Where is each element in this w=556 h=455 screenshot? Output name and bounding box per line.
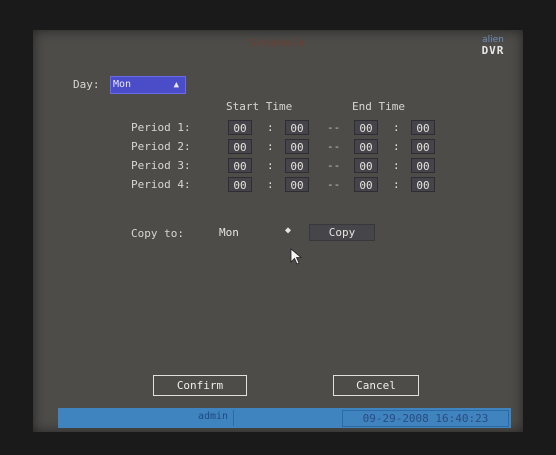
time-colon: : (267, 140, 274, 153)
dvr-screen: Schedule alien DVR Day: Mon ▲ Start Time… (33, 30, 523, 432)
up-down-arrow-icon: ◆ (284, 225, 291, 236)
time-colon: : (393, 178, 400, 191)
day-label: Day: (73, 78, 100, 91)
up-down-arrow-icon: ▲ (173, 80, 179, 90)
period-label: Period 1: (131, 121, 191, 134)
time-colon: : (267, 178, 274, 191)
brand-logo: alien DVR (473, 36, 513, 57)
period-label: Period 2: (131, 140, 191, 153)
end-time-header: End Time (352, 100, 405, 113)
end-minute-field[interactable]: 00 (411, 158, 435, 173)
status-datetime: 09-29-2008 16:40:23 (342, 410, 509, 427)
day-select[interactable]: Mon ▲ (110, 76, 186, 94)
window-title: Schedule (249, 38, 307, 49)
end-hour-field[interactable]: 00 (354, 120, 378, 135)
period-dash: -- (327, 159, 341, 172)
start-hour-field[interactable]: 00 (228, 120, 252, 135)
start-hour-field[interactable]: 00 (228, 158, 252, 173)
end-hour-field[interactable]: 00 (354, 139, 378, 154)
time-colon: : (393, 140, 400, 153)
end-minute-field[interactable]: 00 (411, 139, 435, 154)
end-hour-field[interactable]: 00 (354, 158, 378, 173)
copy-button[interactable]: Copy (309, 224, 375, 241)
status-user: admin (197, 411, 229, 422)
start-hour-field[interactable]: 00 (228, 139, 252, 154)
status-bar: admin 09-29-2008 16:40:23 (58, 408, 511, 428)
end-minute-field[interactable]: 00 (411, 120, 435, 135)
logo-line-2: DVR (481, 44, 505, 57)
end-hour-field[interactable]: 00 (354, 177, 378, 192)
period-dash: -- (327, 140, 341, 153)
cancel-button[interactable]: Cancel (333, 375, 419, 396)
time-colon: : (393, 159, 400, 172)
day-select-value: Mon (113, 79, 132, 90)
copy-to-select[interactable]: Mon ◆ (219, 225, 295, 241)
copy-to-label: Copy to: (131, 227, 184, 240)
confirm-button[interactable]: Confirm (153, 375, 247, 396)
time-colon: : (393, 121, 400, 134)
start-minute-field[interactable]: 00 (285, 177, 309, 192)
start-minute-field[interactable]: 00 (285, 158, 309, 173)
period-dash: -- (327, 121, 341, 134)
copy-to-select-value: Mon (219, 226, 239, 239)
time-colon: : (267, 159, 274, 172)
period-dash: -- (327, 178, 341, 191)
end-minute-field[interactable]: 00 (411, 177, 435, 192)
mouse-pointer-icon (290, 248, 303, 265)
time-colon: : (267, 121, 274, 134)
period-label: Period 4: (131, 178, 191, 191)
start-hour-field[interactable]: 00 (228, 177, 252, 192)
period-label: Period 3: (131, 159, 191, 172)
start-minute-field[interactable]: 00 (285, 139, 309, 154)
start-minute-field[interactable]: 00 (285, 120, 309, 135)
start-time-header: Start Time (226, 100, 293, 113)
